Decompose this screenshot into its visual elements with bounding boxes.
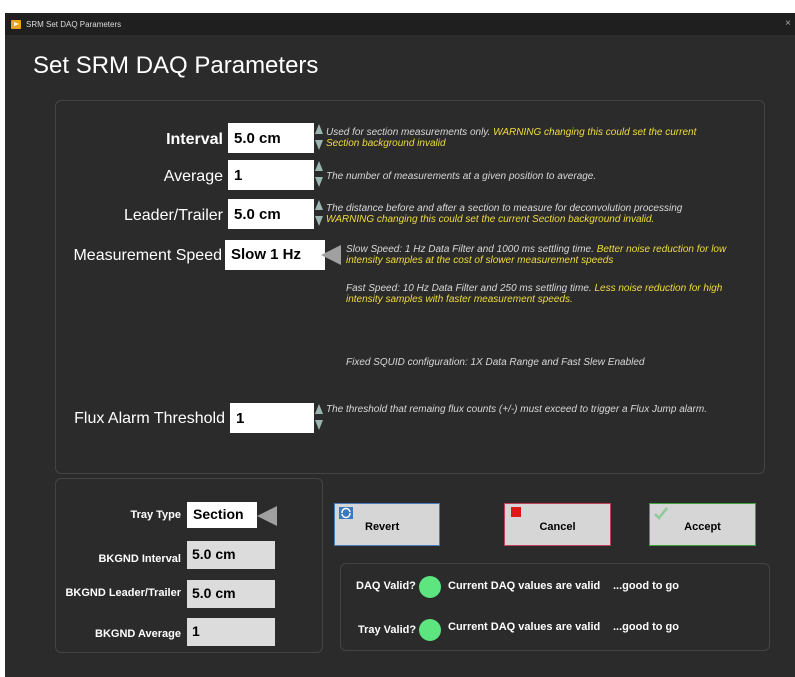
status-panel: DAQ Valid? Current DAQ values are valid … <box>340 563 770 651</box>
decrement-arrow-icon[interactable] <box>315 177 323 187</box>
leader-trailer-desc-text: The distance before and after a section … <box>326 203 683 214</box>
bkgnd-interval-label: BKGND Interval <box>98 553 181 565</box>
increment-arrow-icon[interactable] <box>315 161 323 171</box>
bkgnd-average-field[interactable]: 1 <box>187 618 275 646</box>
squid-config-note: Fixed SQUID configuration: 1X Data Range… <box>346 357 645 368</box>
leader-trailer-field[interactable]: 5.0 cm <box>228 199 314 229</box>
decrement-arrow-icon[interactable] <box>315 216 323 226</box>
ring-arrow-icon[interactable] <box>321 245 341 265</box>
checkmark-icon <box>654 507 668 520</box>
tray-panel: Tray Type Section BKGND Interval 5.0 cm … <box>55 478 323 653</box>
labview-run-icon <box>11 20 21 29</box>
bkgnd-leader-trailer-field[interactable]: 5.0 cm <box>187 580 275 608</box>
revert-label: Revert <box>365 521 400 533</box>
flux-threshold-description: The threshold that remaing flux counts (… <box>326 404 707 415</box>
bkgnd-leader-trailer-label: BKGND Leader/Trailer <box>65 587 181 599</box>
bkgnd-interval-field[interactable]: 5.0 cm <box>187 541 275 569</box>
increment-arrow-icon[interactable] <box>315 124 323 134</box>
average-spinner[interactable] <box>314 160 324 190</box>
daq-valid-label: DAQ Valid? <box>356 580 416 592</box>
cancel-button[interactable]: Cancel <box>504 503 611 546</box>
interval-desc-text: Used for section measurements only. <box>326 127 491 138</box>
flux-threshold-label: Flux Alarm Threshold <box>74 410 225 427</box>
revert-button[interactable]: Revert <box>334 503 440 546</box>
average-description: The number of measurements at a given po… <box>326 171 597 182</box>
bkgnd-average-label: BKGND Average <box>95 628 181 640</box>
leader-trailer-warning: WARNING changing this could set the curr… <box>326 214 655 225</box>
interval-spinner[interactable] <box>314 123 324 153</box>
title-bar: SRM Set DAQ Parameters × <box>5 13 795 35</box>
tray-valid-note: ...good to go <box>613 621 679 633</box>
flux-threshold-field[interactable]: 1 <box>230 403 314 433</box>
daq-valid-message: Current DAQ values are valid <box>448 580 601 592</box>
tray-valid-label: Tray Valid? <box>358 624 417 636</box>
page-title: Set SRM DAQ Parameters <box>33 52 319 79</box>
tray-valid-indicator <box>419 619 441 641</box>
dialog-window: SRM Set DAQ Parameters × Set SRM DAQ Par… <box>5 13 795 677</box>
slow-speed-text: Slow Speed: 1 Hz Data Filter and 1000 ms… <box>346 244 594 255</box>
fast-speed-description: Fast Speed: 10 Hz Data Filter and 250 ms… <box>346 283 756 305</box>
refresh-icon <box>339 507 353 519</box>
cancel-label: Cancel <box>539 521 576 533</box>
average-label: Average <box>163 168 223 185</box>
daq-valid-indicator <box>419 576 441 598</box>
stop-square-icon <box>511 507 521 517</box>
measurement-speed-label: Measurement Speed <box>73 247 222 264</box>
daq-valid-note: ...good to go <box>613 580 679 592</box>
close-icon[interactable]: × <box>785 18 791 29</box>
window-title: SRM Set DAQ Parameters <box>26 20 122 29</box>
decrement-arrow-icon[interactable] <box>315 140 323 150</box>
increment-arrow-icon[interactable] <box>315 200 323 210</box>
average-field[interactable]: 1 <box>228 160 314 190</box>
ring-arrow-icon[interactable] <box>257 506 277 526</box>
interval-description: Used for section measurements only. WARN… <box>326 127 726 149</box>
flux-threshold-spinner[interactable] <box>314 403 324 433</box>
decrement-arrow-icon[interactable] <box>315 420 323 430</box>
accept-label: Accept <box>684 521 721 533</box>
parameters-panel: Interval 5.0 cm Used for section measure… <box>55 100 765 474</box>
interval-label: Interval <box>166 131 223 148</box>
tray-type-ring[interactable]: Section <box>187 502 257 528</box>
leader-trailer-label: Leader/Trailer <box>123 207 223 224</box>
interval-field[interactable]: 5.0 cm <box>228 123 314 153</box>
slow-speed-description: Slow Speed: 1 Hz Data Filter and 1000 ms… <box>346 244 756 266</box>
fast-speed-text: Fast Speed: 10 Hz Data Filter and 250 ms… <box>346 283 592 294</box>
leader-trailer-description: The distance before and after a section … <box>326 203 736 225</box>
tray-valid-message: Current DAQ values are valid <box>448 621 601 633</box>
measurement-speed-ring[interactable]: Slow 1 Hz <box>225 240 325 270</box>
accept-button[interactable]: Accept <box>649 503 756 546</box>
leader-trailer-spinner[interactable] <box>314 199 324 229</box>
tray-type-label: Tray Type <box>130 509 181 521</box>
increment-arrow-icon[interactable] <box>315 404 323 414</box>
